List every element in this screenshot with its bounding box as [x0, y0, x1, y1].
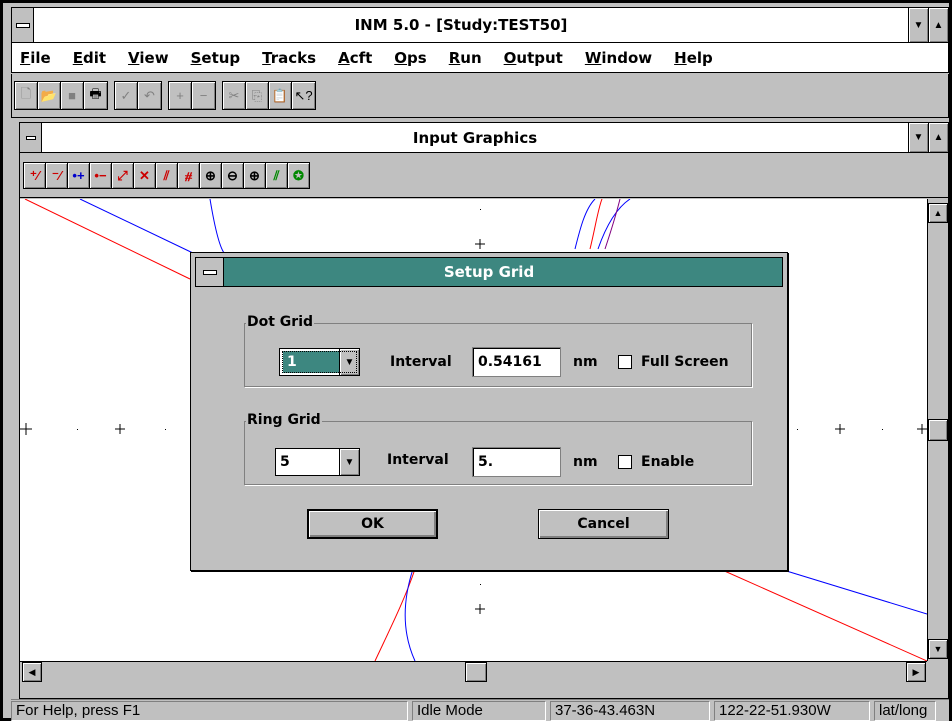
status-latitude: 37-36-43.463N: [550, 700, 710, 721]
new-file-icon[interactable]: 🗋: [15, 82, 38, 109]
menu-file[interactable]: File: [20, 49, 51, 67]
dialog-title: Setup Grid: [443, 263, 535, 281]
check-tool-group: ✓ ↶: [114, 81, 162, 110]
blue-track-line: [79, 199, 196, 255]
print-icon[interactable]: 🖶: [84, 82, 107, 109]
horizontal-scrollbar[interactable]: ◀ ▶: [20, 661, 927, 682]
zoom-out-icon[interactable]: ⊖: [221, 162, 244, 189]
cancel-button[interactable]: Cancel: [538, 509, 669, 539]
horizontal-scroll-thumb[interactable]: [465, 662, 487, 682]
enable-checkbox[interactable]: [618, 455, 632, 469]
menu-help[interactable]: Help: [674, 49, 713, 67]
center-crosshair-icon[interactable]: ⊕: [243, 162, 266, 189]
child-window-title: Input Graphics: [412, 128, 538, 147]
scroll-down-arrow-icon[interactable]: ▼: [928, 639, 948, 659]
remove-point-icon[interactable]: •−: [89, 162, 112, 189]
blue-track-line: [779, 568, 927, 615]
menu-setup[interactable]: Setup: [191, 49, 241, 67]
scroll-right-arrow-icon[interactable]: ▶: [906, 662, 926, 682]
red-track-line: [24, 199, 191, 280]
file-tool-group: 🗋 📂 ■ 🖶: [14, 81, 108, 110]
system-menu-button[interactable]: [12, 8, 34, 42]
dialog-title-bar: Setup Grid: [195, 257, 783, 287]
dot-grid-label: Dot Grid: [246, 314, 315, 330]
status-bar: For Help, press F1 Idle Mode 37-36-43.46…: [11, 699, 949, 721]
blue-track-curve: [209, 199, 226, 255]
menu-tracks[interactable]: Tracks: [262, 49, 316, 67]
dot-interval-input[interactable]: 0.54161: [472, 347, 561, 377]
graphics-toolbar: ⁺⁄ ⁻⁄ •+ •− ⤢ ✕ ⫽ ⧣ ⊕ ⊖ ⊕ ⫽ ✪: [20, 154, 948, 198]
ok-button[interactable]: OK: [307, 509, 438, 539]
menu-bar: File Edit View Setup Tracks Acft Ops Run…: [11, 43, 949, 73]
add-track-icon[interactable]: ⁺⁄: [23, 162, 46, 189]
ring-interval-label: Interval: [387, 452, 449, 468]
check-icon[interactable]: ✓: [115, 82, 138, 109]
main-toolbar: 🗋 📂 ■ 🖶 ✓ ↶ + − ✂ ⎘ 📋 ↖?: [11, 74, 949, 118]
save-disk-icon[interactable]: ■: [61, 82, 84, 109]
dot-interval-unit: nm: [573, 354, 598, 370]
plus-minus-tool-group: + −: [168, 81, 216, 110]
status-help-text: For Help, press F1: [11, 700, 408, 721]
full-screen-checkbox[interactable]: [618, 355, 632, 369]
full-screen-label: Full Screen: [641, 354, 729, 370]
open-folder-icon[interactable]: 📂: [38, 82, 61, 109]
undo-icon[interactable]: ↶: [138, 82, 161, 109]
setup-grid-dialog: Setup Grid Dot Grid 1 ▼ Interval 0.54161…: [190, 252, 788, 571]
maximize-button[interactable]: ▲: [928, 8, 948, 42]
parallel-runway-icon[interactable]: ⫽: [155, 162, 178, 189]
menu-edit[interactable]: Edit: [73, 49, 106, 67]
title-bar: INM 5.0 - [Study:TEST50] ▼ ▲: [11, 7, 949, 43]
scroll-left-arrow-icon[interactable]: ◀: [22, 662, 42, 682]
scroll-up-arrow-icon[interactable]: ▲: [928, 203, 948, 223]
dot-grid-density-select[interactable]: 1 ▼: [279, 348, 360, 376]
app-window: INM 5.0 - [Study:TEST50] ▼ ▲ File Edit V…: [0, 0, 952, 721]
delete-track-icon[interactable]: ⁻⁄: [45, 162, 68, 189]
paste-icon[interactable]: 📋: [269, 82, 292, 109]
delete-x-icon[interactable]: ✕: [133, 162, 156, 189]
move-segment-icon[interactable]: ⤢: [111, 162, 134, 189]
enable-label: Enable: [641, 454, 695, 470]
dialog-system-menu-button[interactable]: [196, 258, 224, 286]
child-minimize-button[interactable]: ▼: [908, 123, 928, 152]
context-help-icon[interactable]: ↖?: [292, 82, 315, 109]
menu-ops[interactable]: Ops: [394, 49, 426, 67]
remove-icon[interactable]: −: [192, 82, 215, 109]
ring-interval-unit: nm: [573, 454, 598, 470]
clipboard-tool-group: ✂ ⎘ 📋 ↖?: [222, 81, 316, 110]
ring-grid-density-select[interactable]: 5 ▼: [275, 448, 360, 476]
cross-runway-icon[interactable]: ⧣: [177, 162, 200, 189]
zoom-in-icon[interactable]: ⊕: [199, 162, 222, 189]
dot-grid-density-value: 1: [283, 351, 339, 373]
ring-grid-density-value: 5: [280, 454, 290, 470]
purple-track-curve: [604, 199, 621, 250]
status-units: lat/long: [874, 700, 936, 721]
add-point-icon[interactable]: •+: [67, 162, 90, 189]
ring-grid-label: Ring Grid: [246, 412, 322, 428]
child-title-bar: Input Graphics ▼ ▲: [20, 123, 948, 153]
chevron-down-icon[interactable]: ▼: [339, 349, 359, 375]
track-paths-icon[interactable]: ⫽: [265, 162, 288, 189]
ring-interval-input[interactable]: 5.: [472, 447, 561, 477]
child-system-menu-button[interactable]: [20, 123, 42, 152]
status-longitude: 122-22-51.930W: [714, 700, 870, 721]
blue-track-curve: [597, 199, 631, 250]
minimize-button[interactable]: ▼: [908, 8, 928, 42]
add-icon[interactable]: +: [169, 82, 192, 109]
menu-run[interactable]: Run: [449, 49, 482, 67]
menu-acft[interactable]: Acft: [338, 49, 372, 67]
cut-icon[interactable]: ✂: [223, 82, 246, 109]
child-maximize-button[interactable]: ▲: [928, 123, 948, 152]
menu-window[interactable]: Window: [585, 49, 652, 67]
menu-view[interactable]: View: [128, 49, 169, 67]
dot-interval-label: Interval: [390, 354, 452, 370]
window-title: INM 5.0 - [Study:TEST50]: [354, 16, 568, 34]
vertical-scrollbar[interactable]: ▲ ▼: [927, 199, 948, 661]
vertical-scroll-thumb[interactable]: [928, 419, 948, 441]
grid-setup-icon[interactable]: ✪: [287, 162, 310, 189]
status-mode: Idle Mode: [412, 700, 546, 721]
chevron-down-icon[interactable]: ▼: [339, 449, 359, 475]
red-track-curve: [589, 199, 603, 250]
copy-icon[interactable]: ⎘: [246, 82, 269, 109]
menu-output[interactable]: Output: [504, 49, 563, 67]
